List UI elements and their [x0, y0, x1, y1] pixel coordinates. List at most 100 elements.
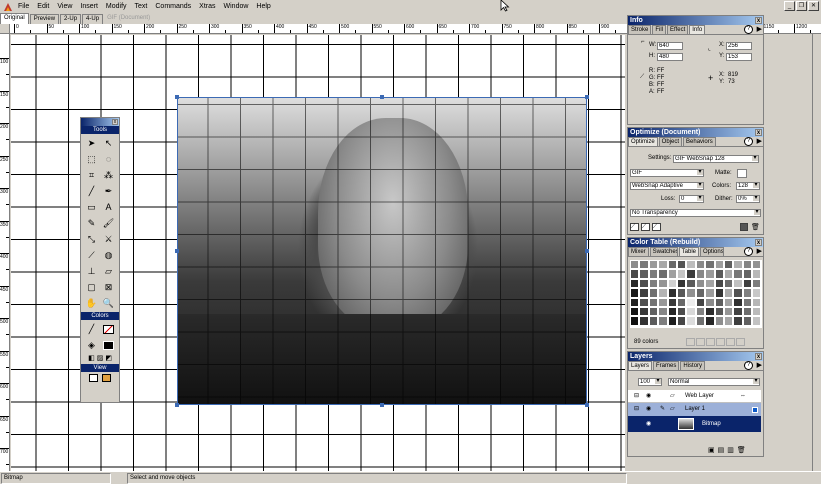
magic-wand-icon[interactable]: ⁂ [100, 167, 117, 183]
zoom-tool-icon[interactable]: 🔍 [100, 295, 117, 311]
height-value[interactable]: 480 [657, 53, 683, 61]
select-transparent-icon[interactable]: ⟋ [630, 223, 639, 231]
crop-tool-icon[interactable]: ⌗ [83, 167, 100, 183]
color-swatch[interactable] [630, 316, 640, 326]
selection-handle[interactable] [175, 249, 179, 253]
dither-input[interactable]: 0% [736, 195, 760, 203]
color-swatch[interactable] [658, 278, 668, 289]
color-swatch[interactable] [714, 278, 724, 289]
color-swatch[interactable] [676, 297, 687, 307]
delete-color-icon[interactable] [736, 338, 745, 346]
color-swatch[interactable] [648, 297, 659, 307]
color-swatch[interactable] [705, 297, 715, 307]
tab-mixer[interactable]: Mixer [628, 247, 649, 256]
menu-file[interactable]: File [14, 0, 33, 13]
color-swatch[interactable] [752, 288, 762, 298]
color-swatch[interactable] [723, 306, 734, 317]
subselect-tool-icon[interactable]: ↖ [100, 135, 117, 151]
color-swatch[interactable] [723, 269, 734, 279]
tab-options[interactable]: Options [700, 247, 725, 256]
scale-tool-icon[interactable]: ⤡ [83, 231, 100, 247]
color-swatch[interactable] [658, 297, 668, 307]
pencil-tool-icon[interactable]: ✎ [83, 215, 100, 231]
tab-behaviors[interactable]: Behaviors [683, 137, 716, 146]
swap-colors-icon[interactable]: ◩ [105, 354, 112, 362]
color-swatch[interactable] [695, 278, 706, 289]
y-value[interactable]: 153 [726, 53, 752, 61]
color-swatch[interactable] [705, 316, 715, 326]
format-dropdown[interactable]: GIF [630, 169, 704, 177]
color-swatch[interactable] [752, 278, 762, 289]
color-swatch[interactable] [667, 297, 677, 307]
color-swatch[interactable] [714, 260, 724, 270]
color-swatch[interactable] [686, 316, 696, 326]
menu-commands[interactable]: Commands [151, 0, 195, 13]
paint-bucket-icon[interactable]: ◍ [100, 247, 117, 263]
tab-swatches[interactable]: Swatches [649, 247, 678, 256]
color-swatch[interactable] [648, 260, 659, 270]
color-swatch[interactable] [695, 316, 706, 326]
line-tool-icon[interactable]: ╱ [83, 183, 100, 199]
color-swatch[interactable] [705, 306, 715, 317]
panel-options-arrow-icon[interactable]: ▶ [757, 247, 762, 256]
color-swatch[interactable] [705, 278, 715, 289]
color-swatch[interactable] [714, 306, 724, 317]
color-swatch[interactable] [630, 278, 640, 289]
color-swatch[interactable] [742, 288, 753, 298]
pen-tool-icon[interactable]: ✒ [100, 183, 117, 199]
slice-tool-icon[interactable]: ⊠ [100, 279, 117, 295]
edit-color-icon[interactable] [686, 338, 695, 346]
selection-handle[interactable] [585, 403, 589, 407]
selection-handle[interactable] [175, 403, 179, 407]
color-table-panel-title[interactable]: Color Table (Rebuild) x [628, 238, 763, 247]
close-icon[interactable]: x [755, 129, 762, 136]
tab-preview[interactable]: Preview [29, 14, 60, 24]
color-swatch[interactable] [639, 306, 649, 317]
width-value[interactable]: 640 [657, 42, 683, 50]
layer-row-layer1[interactable]: ⊟ ◉ ✎ ▱ Layer 1 [628, 403, 761, 416]
fill-color-swatch[interactable] [100, 337, 117, 353]
color-swatch[interactable] [639, 297, 649, 307]
help-icon[interactable]: ? [744, 361, 753, 370]
colors-dropdown[interactable]: 128 [736, 182, 760, 190]
color-swatch[interactable] [676, 260, 687, 270]
color-swatch[interactable] [723, 278, 734, 289]
color-swatch[interactable] [742, 316, 753, 326]
close-icon[interactable]: x [112, 119, 118, 125]
tab-history[interactable]: History [680, 361, 706, 370]
color-swatch[interactable] [667, 316, 677, 326]
tab-effect[interactable]: Effect [667, 25, 689, 34]
color-swatch[interactable] [676, 278, 687, 289]
selection-handle[interactable] [380, 403, 384, 407]
color-swatch[interactable] [630, 297, 640, 307]
color-swatch[interactable] [733, 269, 743, 279]
info-panel-title[interactable]: Info x [628, 16, 763, 25]
color-swatch[interactable] [752, 316, 762, 326]
blend-mode-dropdown[interactable]: Normal [668, 378, 760, 386]
color-swatch[interactable] [648, 306, 659, 317]
color-swatch[interactable] [695, 260, 706, 270]
color-swatch[interactable] [733, 278, 743, 289]
add-transparent-icon[interactable]: ⟋ [641, 223, 650, 231]
color-swatch[interactable] [676, 269, 687, 279]
color-swatch[interactable] [742, 297, 753, 307]
color-swatch[interactable] [676, 288, 687, 298]
tab-layers[interactable]: Layers [628, 361, 653, 370]
eye-icon[interactable]: ◉ [646, 390, 651, 403]
close-icon[interactable]: x [755, 17, 762, 24]
tab-2up[interactable]: 2-Up [60, 14, 82, 24]
color-swatch[interactable] [705, 269, 715, 279]
expand-icon[interactable]: ⊟ [634, 403, 639, 416]
color-swatch[interactable] [630, 269, 640, 279]
expand-icon[interactable]: ⊟ [634, 390, 639, 403]
panel-options-arrow-icon[interactable]: ▶ [757, 361, 762, 370]
close-icon[interactable]: x [755, 353, 762, 360]
panel-options-arrow-icon[interactable]: ▶ [757, 137, 762, 146]
delete-layer-icon[interactable]: 🗑 [737, 446, 746, 454]
palette-dropdown[interactable]: WebSnap Adaptive [630, 182, 704, 190]
color-swatch[interactable] [723, 297, 734, 307]
color-swatch[interactable] [733, 297, 743, 307]
color-swatch[interactable] [705, 288, 715, 298]
eyedropper-icon[interactable]: ⟋ [83, 247, 100, 263]
new-bitmap-icon[interactable]: ▣ [708, 446, 715, 454]
